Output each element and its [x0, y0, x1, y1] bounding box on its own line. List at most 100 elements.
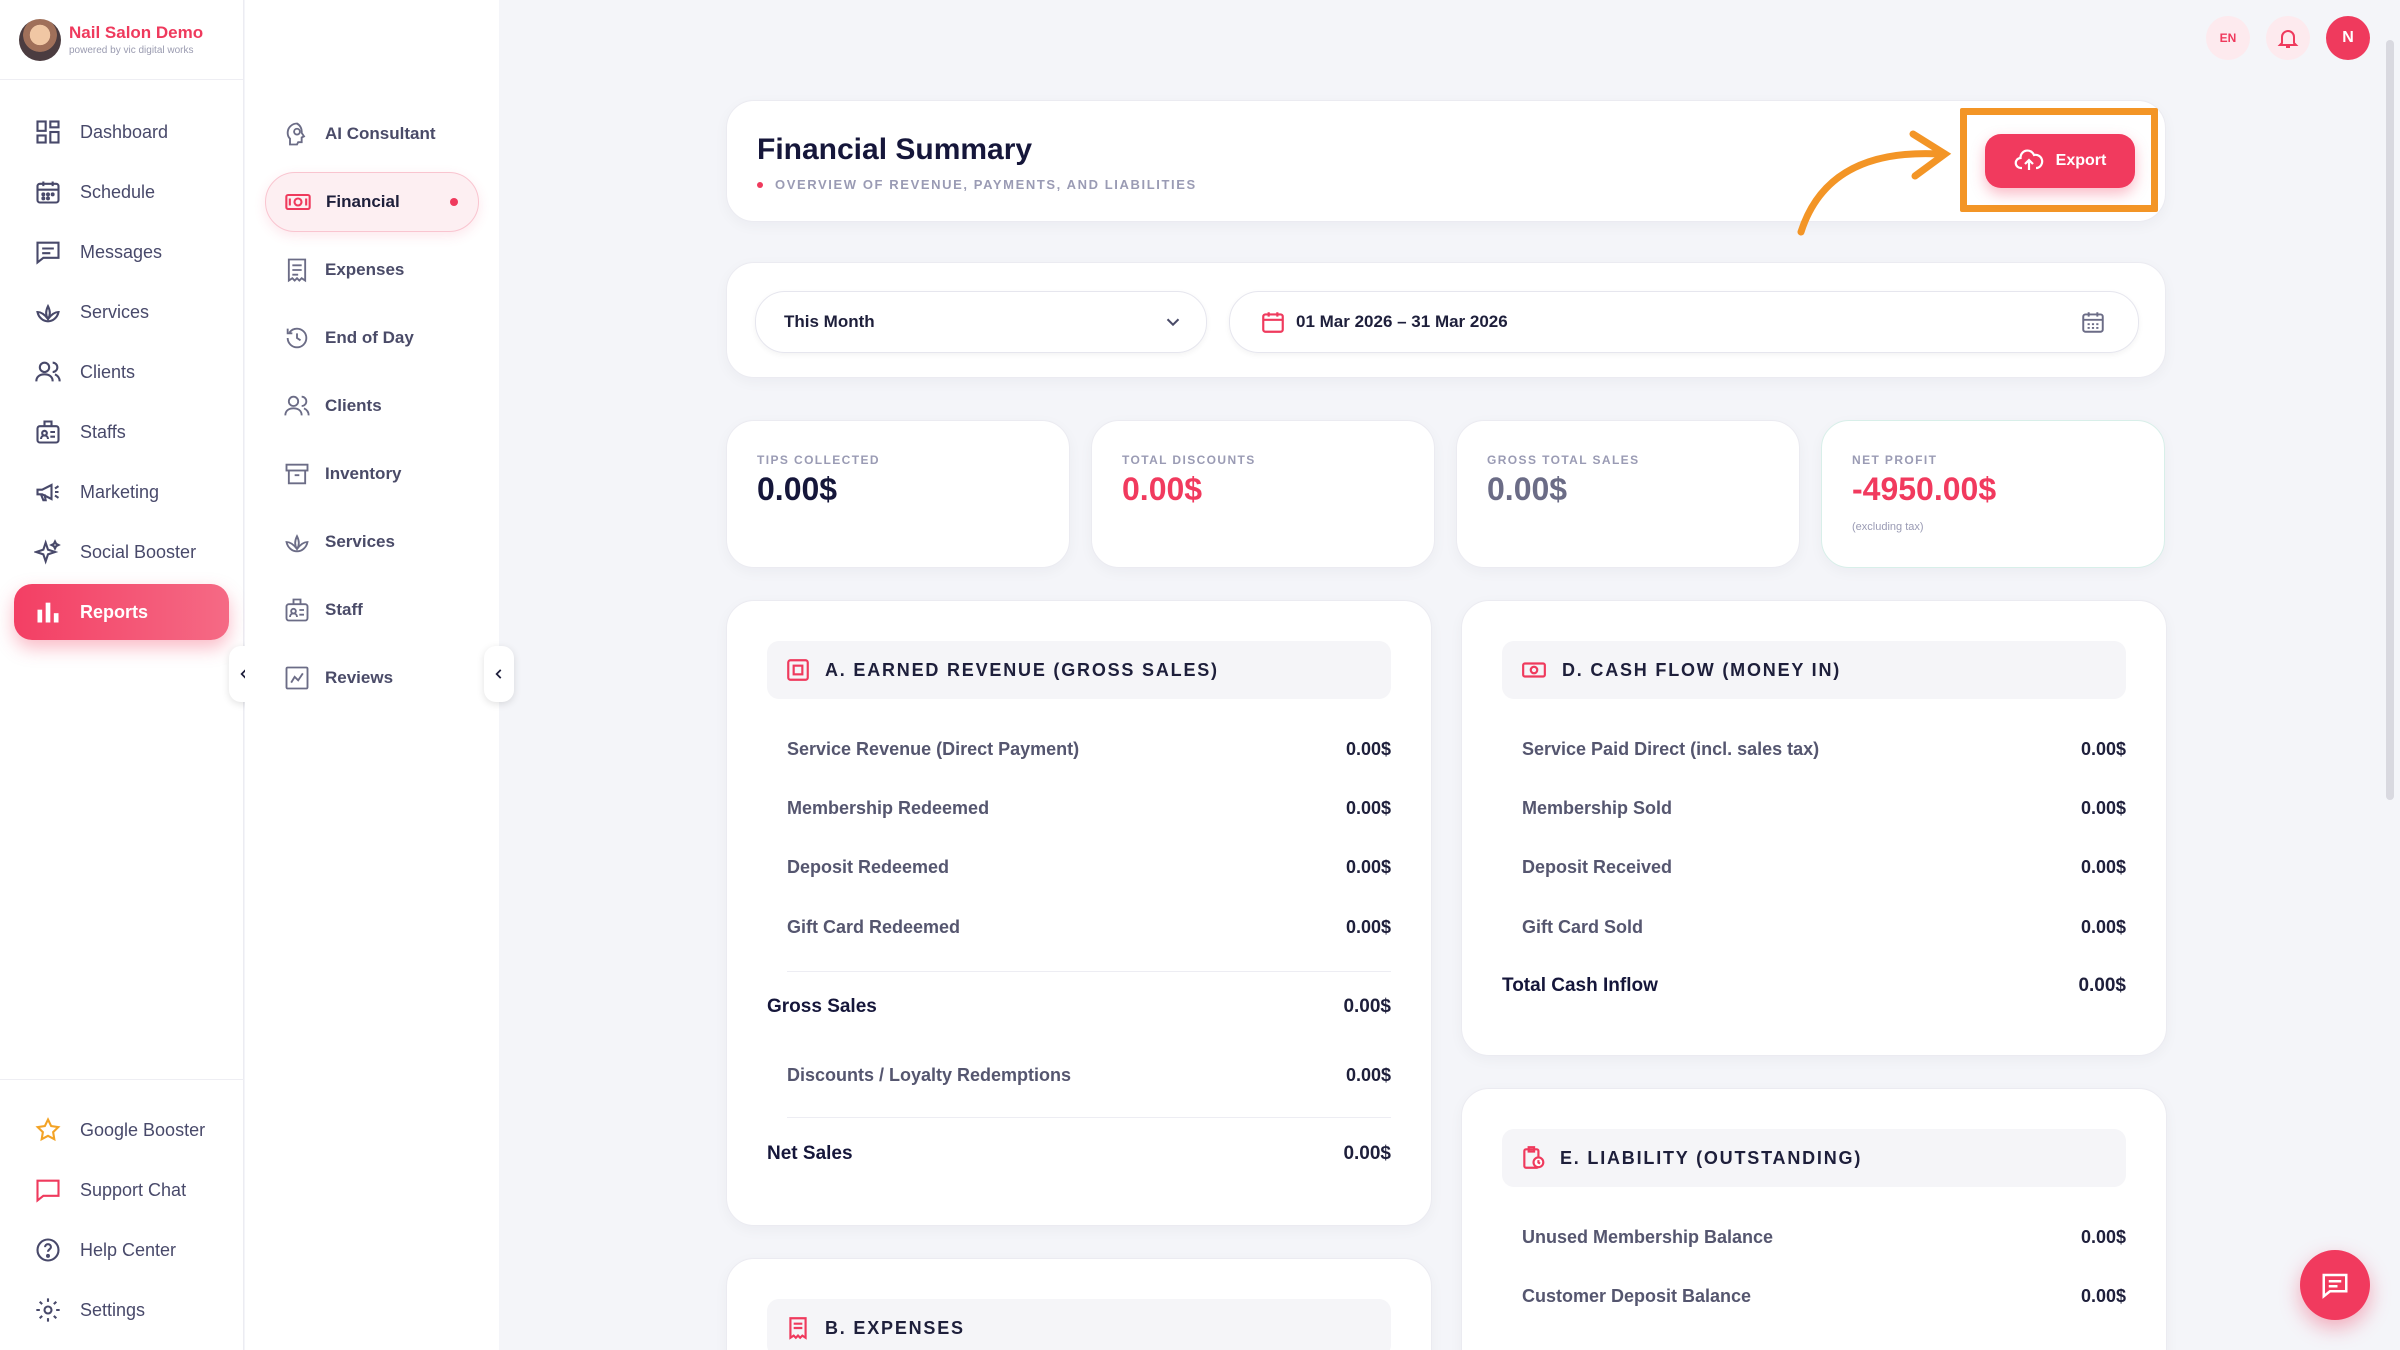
table-row: Gift Card Sold 0.00$	[1522, 917, 2126, 938]
table-row: Membership Sold 0.00$	[1522, 798, 2126, 819]
brand-name: Nail Salon Demo	[69, 23, 204, 42]
cash-flow-card: D. CASH FLOW (MONEY IN) Service Paid Dir…	[1461, 600, 2167, 1056]
row-value: 0.00$	[1343, 1143, 1391, 1164]
language-button[interactable]: EN	[2206, 16, 2250, 60]
table-row: Membership Redeemed 0.00$	[787, 798, 1391, 819]
export-button[interactable]: Export	[1985, 134, 2135, 188]
nav-item-help-center[interactable]: Help Center	[14, 1222, 230, 1278]
subnav-item-end-of-day[interactable]: End of Day	[265, 308, 479, 368]
calendar-icon	[1262, 312, 1284, 333]
stat-label: TIPS COLLECTED	[757, 453, 880, 467]
lotus-icon	[285, 534, 309, 553]
nav-item-services[interactable]: Services	[14, 284, 229, 340]
nav-label: Social Booster	[80, 541, 197, 562]
nav-label: Messages	[80, 241, 163, 262]
subnav-item-expenses[interactable]: Expenses	[265, 240, 479, 300]
main-nav: Dashboard Schedule Messages Services Cli…	[0, 80, 243, 640]
collapse-subnav-button[interactable]	[484, 646, 514, 702]
row-label: Service Paid Direct (incl. sales tax)	[1522, 739, 1820, 759]
nav-item-schedule[interactable]: Schedule	[14, 164, 229, 220]
notifications-button[interactable]	[2266, 16, 2310, 60]
subnav-item-services[interactable]: Services	[265, 512, 479, 572]
gear-icon	[36, 1298, 60, 1322]
chat-fab-button[interactable]	[2300, 1250, 2370, 1320]
section-title: B. EXPENSES	[825, 1317, 965, 1338]
subnav-label: Services	[325, 532, 395, 551]
money-icon	[1522, 662, 1546, 678]
table-row: Customer Deposit Balance 0.00$	[1522, 1286, 2126, 1307]
user-avatar[interactable]: N	[2326, 16, 2370, 60]
liability-card: E. LIABILITY (OUTSTANDING) Unused Member…	[1461, 1088, 2167, 1350]
brand-logo	[19, 18, 61, 61]
stat-label: TOTAL DISCOUNTS	[1122, 453, 1256, 467]
table-row: Service Paid Direct (incl. sales tax) 0.0…	[1522, 739, 2126, 760]
row-label: Customer Deposit Balance	[1522, 1286, 1752, 1306]
period-select[interactable]: This Month	[755, 291, 1207, 353]
dashboard-icon	[36, 120, 60, 144]
clipboard-clock-icon	[1523, 1146, 1545, 1169]
chat-icon	[2322, 1273, 2348, 1299]
row-label: Membership Sold	[1522, 798, 1673, 818]
staff-icon	[285, 598, 309, 622]
nav-item-messages[interactable]: Messages	[14, 224, 229, 280]
row-label: Gift Card Redeemed	[787, 917, 961, 937]
nav-item-settings[interactable]: Settings	[14, 1282, 230, 1338]
table-row: Deposit Redeemed 0.00$	[787, 857, 1391, 878]
chevron-down-icon	[1166, 318, 1180, 327]
nav-item-dashboard[interactable]: Dashboard	[14, 104, 229, 160]
table-row: Deposit Received 0.00$	[1522, 857, 2126, 878]
nav-item-marketing[interactable]: Marketing	[14, 464, 229, 520]
stat-value: 0.00$	[1122, 471, 1203, 507]
divider	[787, 971, 1391, 972]
help-icon	[36, 1238, 60, 1262]
nav-label: Staffs	[80, 421, 126, 442]
section-header: E. LIABILITY (OUTSTANDING)	[1502, 1129, 2126, 1187]
nav-item-google-booster[interactable]: Google Booster	[14, 1102, 230, 1158]
reports-subnav: AI Consultant Financial Expenses End of …	[245, 0, 499, 1350]
page-scrollbar[interactable]	[2386, 40, 2394, 800]
lotus-icon	[36, 303, 60, 323]
subnav-item-reviews[interactable]: Reviews	[265, 648, 479, 708]
row-label: Net Sales	[767, 1143, 853, 1164]
nav-label: Clients	[80, 361, 136, 382]
chat-icon	[36, 1179, 60, 1203]
active-dot	[450, 198, 458, 206]
stat-value: -4950.00$	[1852, 471, 1997, 507]
calendar-grid-icon	[2082, 312, 2104, 333]
calendar-icon	[36, 181, 60, 204]
subnav-label: End of Day	[325, 328, 414, 347]
date-range-picker[interactable]: 01 Mar 2026 – 31 Mar 2026	[1229, 291, 2139, 353]
nav-item-social-booster[interactable]: Social Booster	[14, 524, 229, 580]
bell-icon	[2277, 30, 2299, 48]
row-label: Deposit Redeemed	[787, 857, 950, 877]
subnav-label: Clients	[325, 396, 382, 415]
brand[interactable]: Nail Salon Demo powered by vic digital w…	[0, 0, 243, 80]
total-cash-inflow-row: Total Cash Inflow 0.00$	[1502, 975, 2126, 997]
ai-consultant-icon	[286, 122, 306, 146]
nav-item-staffs[interactable]: Staffs	[14, 404, 229, 460]
nav-item-reports[interactable]: Reports	[14, 584, 229, 640]
nav-label: Dashboard	[80, 121, 169, 142]
sparkle-icon	[34, 539, 61, 565]
nav-label: Schedule	[80, 181, 156, 202]
subnav-item-inventory[interactable]: Inventory	[265, 444, 479, 504]
nav-label: Marketing	[80, 481, 160, 502]
table-row: Service Revenue (Direct Payment) 0.00$	[787, 739, 1391, 760]
subnav-item-clients[interactable]: Clients	[265, 376, 479, 436]
subnav-item-financial[interactable]: Financial	[265, 172, 479, 232]
row-value: 0.00$	[2080, 739, 2126, 759]
row-value: 0.00$	[1345, 1065, 1391, 1085]
subnav-item-staff[interactable]: Staff	[265, 580, 479, 640]
period-value: This Month	[784, 312, 875, 331]
row-label: Deposit Received	[1522, 857, 1673, 877]
arrow-annotation-icon	[1797, 130, 1952, 236]
subnav-item-ai-consultant[interactable]: AI Consultant	[265, 104, 479, 164]
nav-item-clients[interactable]: Clients	[14, 344, 229, 400]
page-subtitle-text: OVERVIEW OF REVENUE, PAYMENTS, AND LIABI…	[775, 177, 1197, 192]
nav-label: Support Chat	[80, 1179, 187, 1200]
section-title: D. CASH FLOW (MONEY IN)	[1562, 659, 1842, 680]
table-row: Unused Membership Balance 0.00$	[1522, 1227, 2126, 1248]
nav-item-support-chat[interactable]: Support Chat	[14, 1162, 230, 1218]
review-icon	[285, 666, 309, 690]
stat-card-tips: TIPS COLLECTED 0.00$	[726, 420, 1070, 568]
